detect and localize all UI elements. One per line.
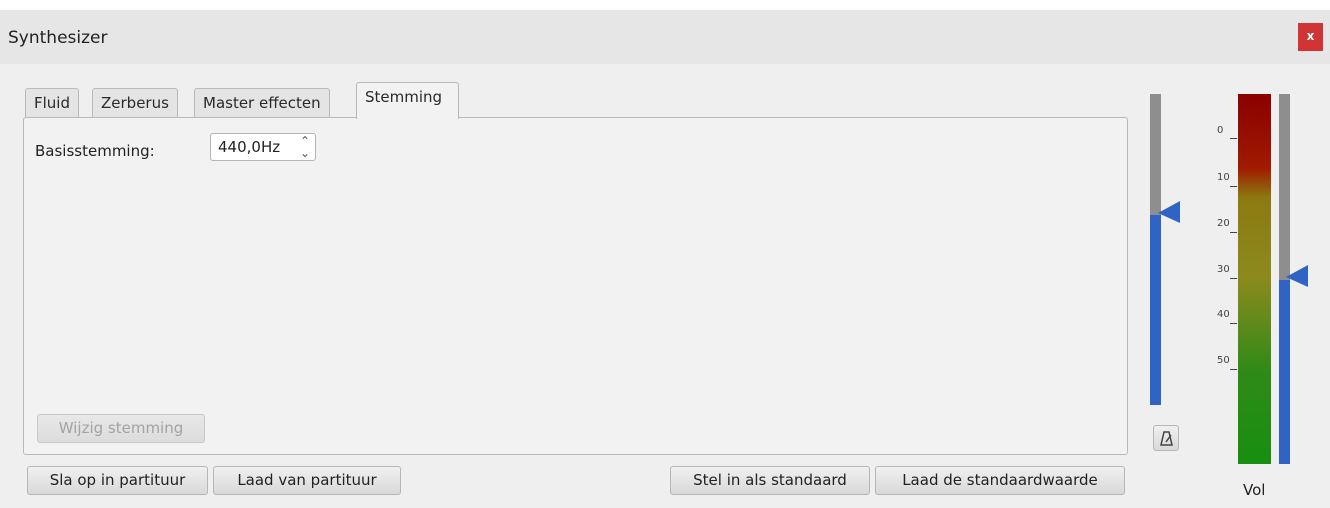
meter-tick-mark: [1230, 186, 1237, 187]
wijzig-stemming-button[interactable]: Wijzig stemming: [37, 414, 205, 443]
meter-tick: 20: [1217, 218, 1230, 229]
metronome-icon: [1160, 431, 1173, 446]
volume-fader-handle[interactable]: [1286, 263, 1310, 293]
meter-tick: 30: [1217, 264, 1230, 275]
meter-tick: 10: [1217, 172, 1230, 183]
basisstemming-value: 440,0Hz: [218, 138, 281, 156]
updown-arrows-icon[interactable]: ⌃ ⌄: [300, 134, 310, 159]
basisstemming-label: Basisstemming:: [35, 142, 155, 160]
meter-tick: 0: [1217, 125, 1224, 136]
gain-fader-handle[interactable]: [1158, 199, 1182, 229]
title-bar: [0, 10, 1330, 64]
basisstemming-spinbox[interactable]: 440,0Hz ⌃ ⌄: [210, 133, 316, 161]
save-to-score-button[interactable]: Sla op in partituur: [27, 466, 208, 495]
meter-tick: 40: [1217, 309, 1230, 320]
metronome-button[interactable]: [1153, 425, 1179, 451]
gain-fader-track[interactable]: [1150, 94, 1161, 215]
tab-panel: [23, 117, 1128, 455]
meter-tick-mark: [1230, 369, 1237, 370]
meter-tick: 50: [1217, 355, 1230, 366]
load-default-button[interactable]: Laad de standaardwaarde: [875, 466, 1125, 495]
volume-label: Vol: [1243, 481, 1266, 499]
meter-tick-mark: [1230, 323, 1237, 324]
close-icon: x: [1306, 29, 1315, 43]
tab-fluid[interactable]: Fluid: [25, 88, 79, 118]
meter-tick-mark: [1230, 232, 1237, 233]
volume-fader-track[interactable]: [1279, 94, 1290, 280]
tab-zerberus[interactable]: Zerberus: [92, 88, 178, 118]
tab-stemming[interactable]: Stemming: [356, 82, 459, 119]
meter-tick-mark: [1230, 278, 1237, 279]
gain-fader-level[interactable]: [1150, 215, 1161, 405]
meter-tick-mark: [1230, 138, 1237, 139]
tab-master-effecten[interactable]: Master effecten: [194, 88, 330, 118]
close-button[interactable]: x: [1298, 23, 1323, 51]
set-as-default-button[interactable]: Stel in als standaard: [670, 466, 870, 495]
volume-fader-level[interactable]: [1279, 280, 1290, 464]
volume-meter: [1238, 94, 1271, 464]
load-from-score-button[interactable]: Laad van partituur: [213, 466, 401, 495]
window-title: Synthesizer: [8, 28, 108, 48]
